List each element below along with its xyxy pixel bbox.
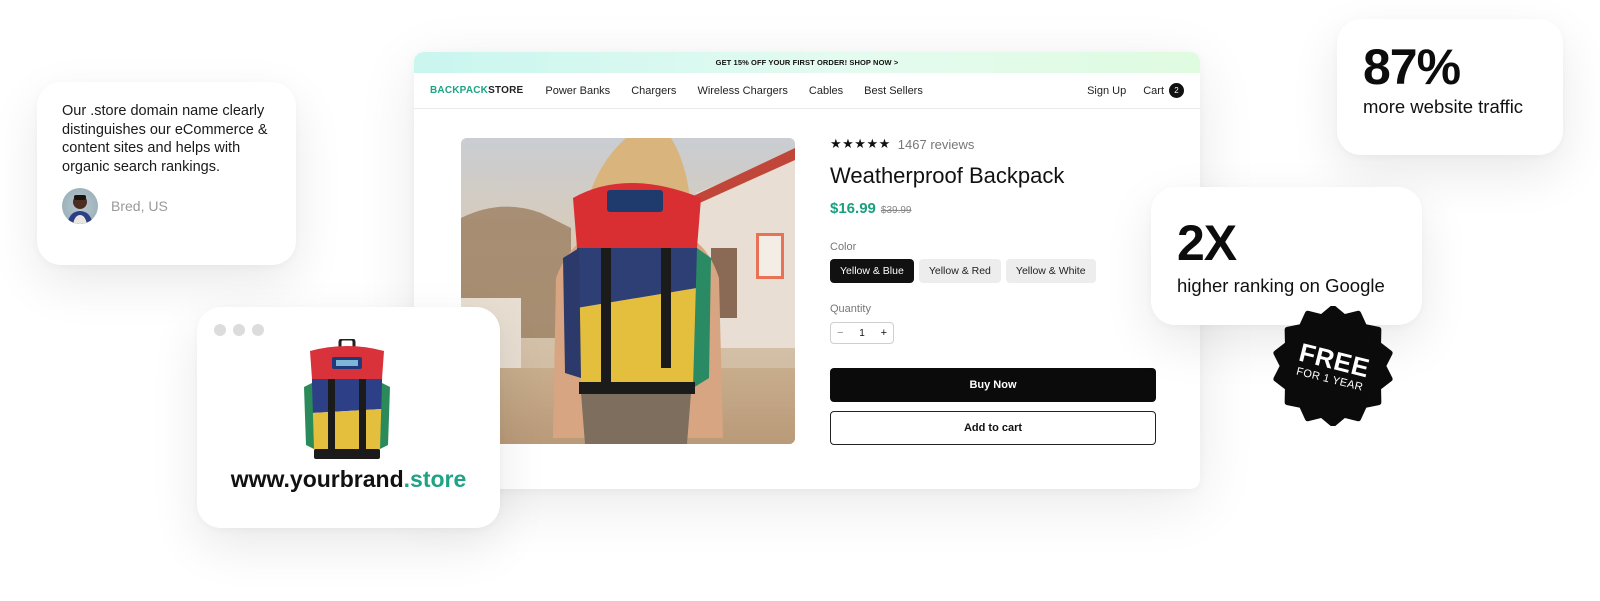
rating-stars-icon: ★★★★★: [830, 136, 891, 151]
color-option-yellow-blue[interactable]: Yellow & Blue: [830, 259, 914, 283]
domain-extension: .store: [403, 466, 467, 492]
stat-text: more website traffic: [1363, 96, 1524, 117]
nav-link-best-sellers[interactable]: Best Sellers: [864, 85, 923, 97]
nav-link-chargers[interactable]: Chargers: [631, 85, 676, 97]
store-nav: BACKPACKSTORE Power Banks Chargers Wirel…: [414, 73, 1200, 109]
testimonial-author: Bred, US: [62, 188, 271, 224]
cart-button[interactable]: Cart 2: [1143, 83, 1184, 98]
testimonial-card: Our .store domain name clearly distingui…: [37, 82, 296, 265]
product-photo[interactable]: [461, 138, 795, 444]
testimonial-quote: Our .store domain name clearly distingui…: [62, 103, 268, 175]
product-title: Weatherproof Backpack: [830, 163, 1065, 188]
stat-card-traffic: 87% more website traffic: [1337, 19, 1563, 155]
nav-link-cables[interactable]: Cables: [809, 85, 843, 97]
nav-link-wireless-chargers[interactable]: Wireless Chargers: [697, 85, 787, 97]
domain-main: www.yourbrand: [230, 466, 404, 492]
nav-link-power-banks[interactable]: Power Banks: [545, 85, 610, 97]
nav-right: Sign Up Cart 2: [1087, 83, 1184, 98]
sign-up-link[interactable]: Sign Up: [1087, 85, 1126, 97]
person-icon: [67, 195, 93, 224]
product-details: ★★★★★ 1467 reviews Weatherproof Backpack…: [830, 136, 1156, 445]
window-dot-icon: [214, 324, 226, 336]
testimonial-author-name: Bred, US: [111, 198, 168, 214]
buy-now-button[interactable]: Buy Now: [830, 368, 1156, 402]
quantity-value[interactable]: 1: [859, 328, 865, 339]
stat-text: higher ranking on Google: [1177, 275, 1385, 296]
quantity-increase-button[interactable]: +: [881, 327, 887, 339]
nav-links: Power Banks Chargers Wireless Chargers C…: [545, 85, 922, 97]
review-count: 1467 reviews: [897, 136, 975, 152]
color-options: Yellow & Blue Yellow & Red Yellow & Whit…: [830, 259, 1156, 283]
add-to-cart-button[interactable]: Add to cart: [830, 411, 1156, 445]
domain-url: www.yourbrand.store: [197, 466, 500, 493]
free-badge: FREE FOR 1 YEAR: [1273, 305, 1393, 427]
backpack-photo-illustration: [461, 138, 795, 444]
domain-card: www.yourbrand.store: [197, 307, 500, 528]
price-row: $16.99 $39.99: [830, 200, 1156, 217]
stat-value: 87%: [1363, 39, 1461, 95]
backpack-icon: [304, 339, 390, 459]
window-dot-icon: [233, 324, 245, 336]
product-old-price: $39.99: [880, 205, 912, 216]
store-window: GET 15% OFF YOUR FIRST ORDER! SHOP NOW >…: [414, 52, 1200, 489]
cart-count-badge: 2: [1169, 83, 1184, 98]
logo-part-1: BACKPACK: [430, 85, 489, 96]
color-option-yellow-white[interactable]: Yellow & White: [1005, 259, 1096, 283]
window-dot-icon: [252, 324, 264, 336]
product-rating[interactable]: ★★★★★ 1467 reviews: [830, 136, 1156, 152]
avatar: [62, 188, 98, 224]
promo-banner[interactable]: GET 15% OFF YOUR FIRST ORDER! SHOP NOW >: [414, 52, 1200, 73]
store-logo[interactable]: BACKPACKSTORE: [430, 85, 523, 96]
logo-part-2: STORE: [488, 85, 524, 96]
color-option-yellow-red[interactable]: Yellow & Red: [918, 259, 1001, 283]
stat-value: 2X: [1177, 215, 1237, 271]
product-price: $16.99: [830, 200, 876, 217]
quantity-stepper: − 1 +: [830, 322, 894, 344]
cart-label: Cart: [1143, 84, 1164, 97]
quantity-label: Quantity: [830, 303, 871, 315]
quantity-decrease-button[interactable]: −: [837, 327, 843, 339]
color-label: Color: [830, 241, 857, 253]
window-dots: [214, 324, 483, 336]
